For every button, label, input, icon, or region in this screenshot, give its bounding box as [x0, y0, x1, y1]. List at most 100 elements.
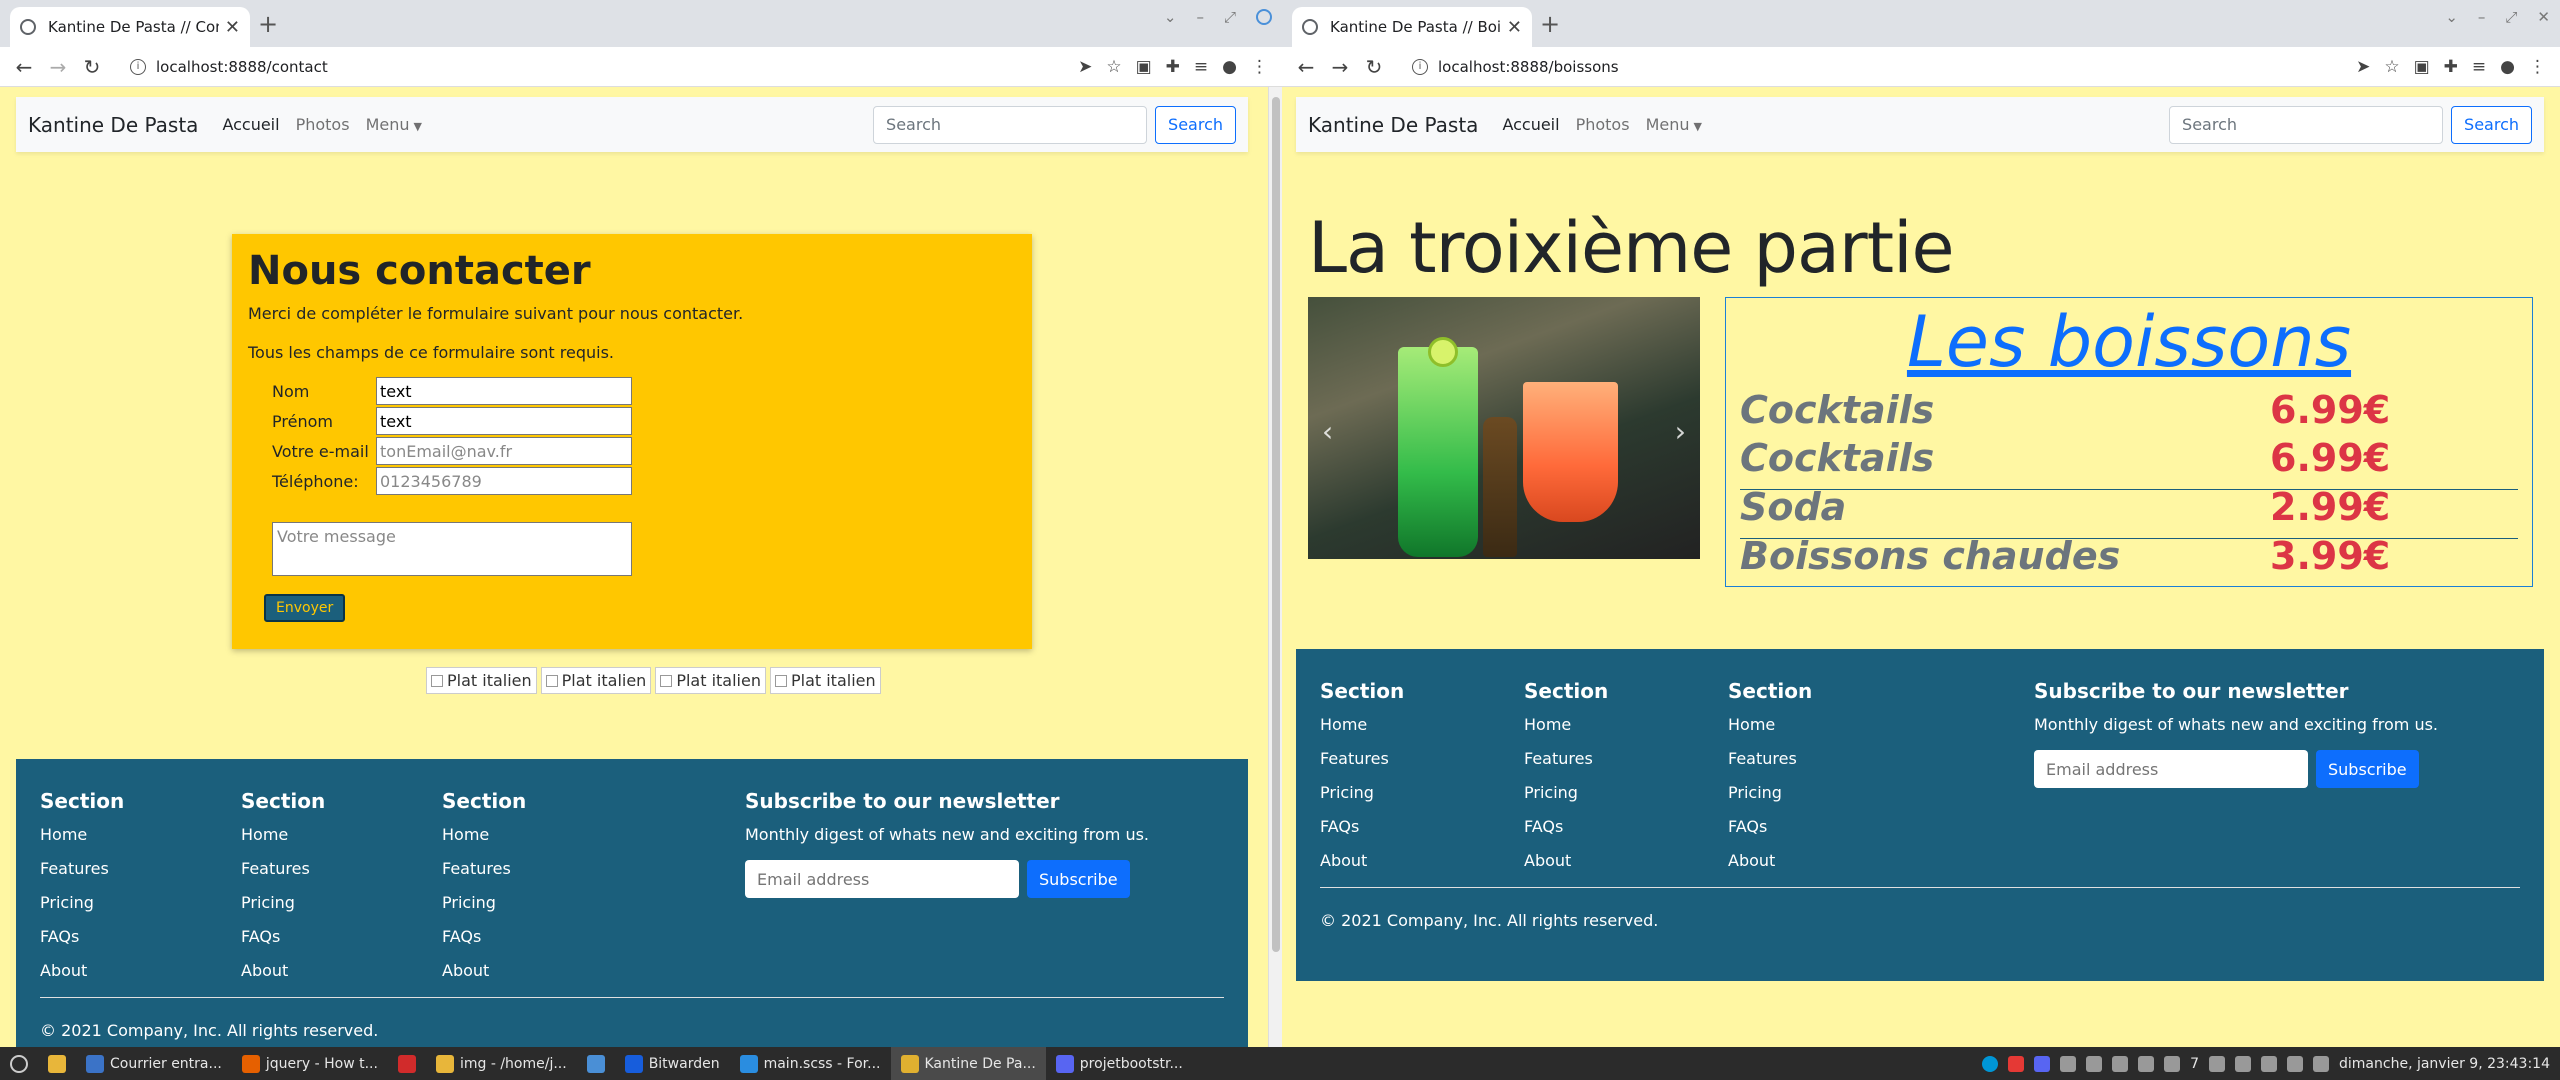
forward-icon[interactable]: →: [44, 55, 72, 79]
navbar-brand[interactable]: Kantine De Pasta: [28, 113, 198, 137]
taskbar-item[interactable]: Kantine De Pa...: [890, 1047, 1046, 1080]
close-tab-icon[interactable]: ✕: [1507, 17, 1522, 38]
star-icon[interactable]: ☆: [2384, 57, 2399, 77]
clipboard-icon[interactable]: [2060, 1055, 2077, 1072]
close-tab-icon[interactable]: ✕: [225, 17, 240, 38]
address-bar[interactable]: i localhost:8888/contact: [120, 51, 1079, 82]
back-icon[interactable]: ←: [1292, 55, 1320, 79]
new-tab-icon[interactable]: +: [258, 10, 278, 38]
menu-dots-icon[interactable]: ⋮: [1251, 57, 1268, 77]
footer-link-pricing[interactable]: Pricing: [1524, 783, 1608, 802]
notifications-icon[interactable]: [2313, 1055, 2330, 1072]
carousel-prev-icon[interactable]: ‹: [1322, 415, 1333, 448]
drinks-heading[interactable]: Les boissons: [1726, 302, 2532, 382]
search-input[interactable]: [873, 105, 1148, 144]
nav-link-accueil[interactable]: Accueil: [1502, 115, 1559, 134]
prenom-input[interactable]: [376, 407, 632, 435]
profile-icon[interactable]: ●: [1222, 57, 1237, 77]
footer-link-home[interactable]: Home: [1524, 715, 1608, 734]
footer-link-about[interactable]: About: [1320, 851, 1404, 870]
extension-icon[interactable]: ▣: [1136, 57, 1152, 77]
nav-link-menu[interactable]: Menu ▼: [366, 115, 422, 134]
footer-link-home[interactable]: Home: [442, 825, 526, 844]
taskbar-item[interactable]: img - /home/j...: [426, 1047, 577, 1080]
updates-icon[interactable]: [2164, 1055, 2181, 1072]
info-icon[interactable]: i: [130, 58, 146, 75]
navbar-brand[interactable]: Kantine De Pasta: [1308, 113, 1478, 137]
taskbar-item[interactable]: projetbootstr...: [1046, 1047, 1193, 1080]
discord-tray-icon[interactable]: [2034, 1055, 2051, 1072]
taskbar-item[interactable]: [577, 1047, 615, 1080]
footer-link-about[interactable]: About: [40, 961, 124, 980]
sd-card-icon[interactable]: [2112, 1055, 2129, 1072]
footer-link-faqs[interactable]: FAQs: [241, 927, 325, 946]
back-icon[interactable]: ←: [10, 55, 38, 79]
message-textarea[interactable]: [272, 522, 632, 576]
search-button[interactable]: Search: [1155, 105, 1236, 144]
email-input[interactable]: [376, 437, 632, 465]
taskbar-item[interactable]: Bitwarden: [615, 1047, 730, 1080]
close-window-icon[interactable]: ✕: [2537, 8, 2550, 26]
newsletter-email-input[interactable]: [745, 860, 1019, 898]
taskbar-item[interactable]: [388, 1047, 426, 1080]
scrollbar-thumb[interactable]: [1272, 97, 1280, 952]
tab-search-icon[interactable]: ⌄: [2445, 8, 2458, 26]
footer-link-faqs[interactable]: FAQs: [40, 927, 124, 946]
files-launcher[interactable]: [38, 1047, 76, 1080]
page-scrollbar[interactable]: [1268, 87, 1282, 1047]
reload-icon[interactable]: ↻: [1360, 55, 1388, 79]
star-icon[interactable]: ☆: [1106, 57, 1121, 77]
minimize-icon[interactable]: –: [1196, 8, 1204, 26]
footer-link-features[interactable]: Features: [241, 859, 325, 878]
battery-icon[interactable]: [2235, 1055, 2252, 1072]
footer-link-pricing[interactable]: Pricing: [442, 893, 526, 912]
search-input[interactable]: [2169, 105, 2444, 144]
subscribe-button[interactable]: Subscribe: [1027, 860, 1130, 898]
carousel-next-icon[interactable]: ›: [1675, 415, 1686, 448]
wifi-icon[interactable]: [2287, 1055, 2304, 1072]
volume-icon[interactable]: [2261, 1055, 2278, 1072]
footer-link-home[interactable]: Home: [1320, 715, 1404, 734]
address-bar[interactable]: i localhost:8888/boissons: [1402, 51, 2357, 82]
minimize-icon[interactable]: –: [2478, 8, 2486, 26]
search-button[interactable]: Search: [2451, 105, 2532, 144]
maximize-icon[interactable]: ⤢: [1224, 8, 1236, 26]
clock[interactable]: dimanche, janvier 9, 23:43:14: [2339, 1056, 2550, 1072]
footer-link-faqs[interactable]: FAQs: [1524, 817, 1608, 836]
new-tab-icon[interactable]: +: [1540, 10, 1560, 38]
nav-link-photos[interactable]: Photos: [1576, 115, 1630, 134]
browser-tab[interactable]: Kantine De Pasta // Boissons ✕: [1292, 7, 1532, 47]
footer-link-features[interactable]: Features: [1320, 749, 1404, 768]
info-icon[interactable]: i: [1412, 58, 1428, 75]
footer-link-features[interactable]: Features: [442, 859, 526, 878]
footer-link-faqs[interactable]: FAQs: [442, 927, 526, 946]
send-button[interactable]: Envoyer: [264, 594, 346, 622]
subscribe-button[interactable]: Subscribe: [2316, 750, 2419, 788]
hp-icon[interactable]: [1982, 1055, 1999, 1072]
maximize-icon[interactable]: ⤢: [2505, 8, 2517, 26]
close-window-icon[interactable]: [1256, 9, 1272, 25]
nav-link-menu[interactable]: Menu ▼: [1646, 115, 1702, 134]
footer-link-home[interactable]: Home: [40, 825, 124, 844]
forward-icon[interactable]: →: [1326, 55, 1354, 79]
footer-link-about[interactable]: About: [241, 961, 325, 980]
taskbar-item[interactable]: Courrier entra...: [76, 1047, 232, 1080]
taskbar-item[interactable]: main.scss - For...: [730, 1047, 891, 1080]
footer-link-faqs[interactable]: FAQs: [1320, 817, 1404, 836]
start-menu-button[interactable]: [0, 1047, 38, 1080]
footer-link-faqs[interactable]: FAQs: [1728, 817, 1812, 836]
reload-icon[interactable]: ↻: [78, 55, 106, 79]
nav-link-photos[interactable]: Photos: [296, 115, 350, 134]
extension-icon[interactable]: ▣: [2414, 57, 2430, 77]
menu-dots-icon[interactable]: ⋮: [2529, 57, 2546, 77]
browser-tab[interactable]: Kantine De Pasta // Contact ✕: [10, 7, 250, 47]
footer-link-features[interactable]: Features: [40, 859, 124, 878]
newsletter-email-input[interactable]: [2034, 750, 2308, 788]
profile-icon[interactable]: ●: [2500, 57, 2515, 77]
network-icon[interactable]: [2209, 1055, 2226, 1072]
footer-link-pricing[interactable]: Pricing: [1320, 783, 1404, 802]
footer-link-pricing[interactable]: Pricing: [241, 893, 325, 912]
footer-link-about[interactable]: About: [1524, 851, 1608, 870]
footer-link-pricing[interactable]: Pricing: [40, 893, 124, 912]
footer-link-about[interactable]: About: [442, 961, 526, 980]
